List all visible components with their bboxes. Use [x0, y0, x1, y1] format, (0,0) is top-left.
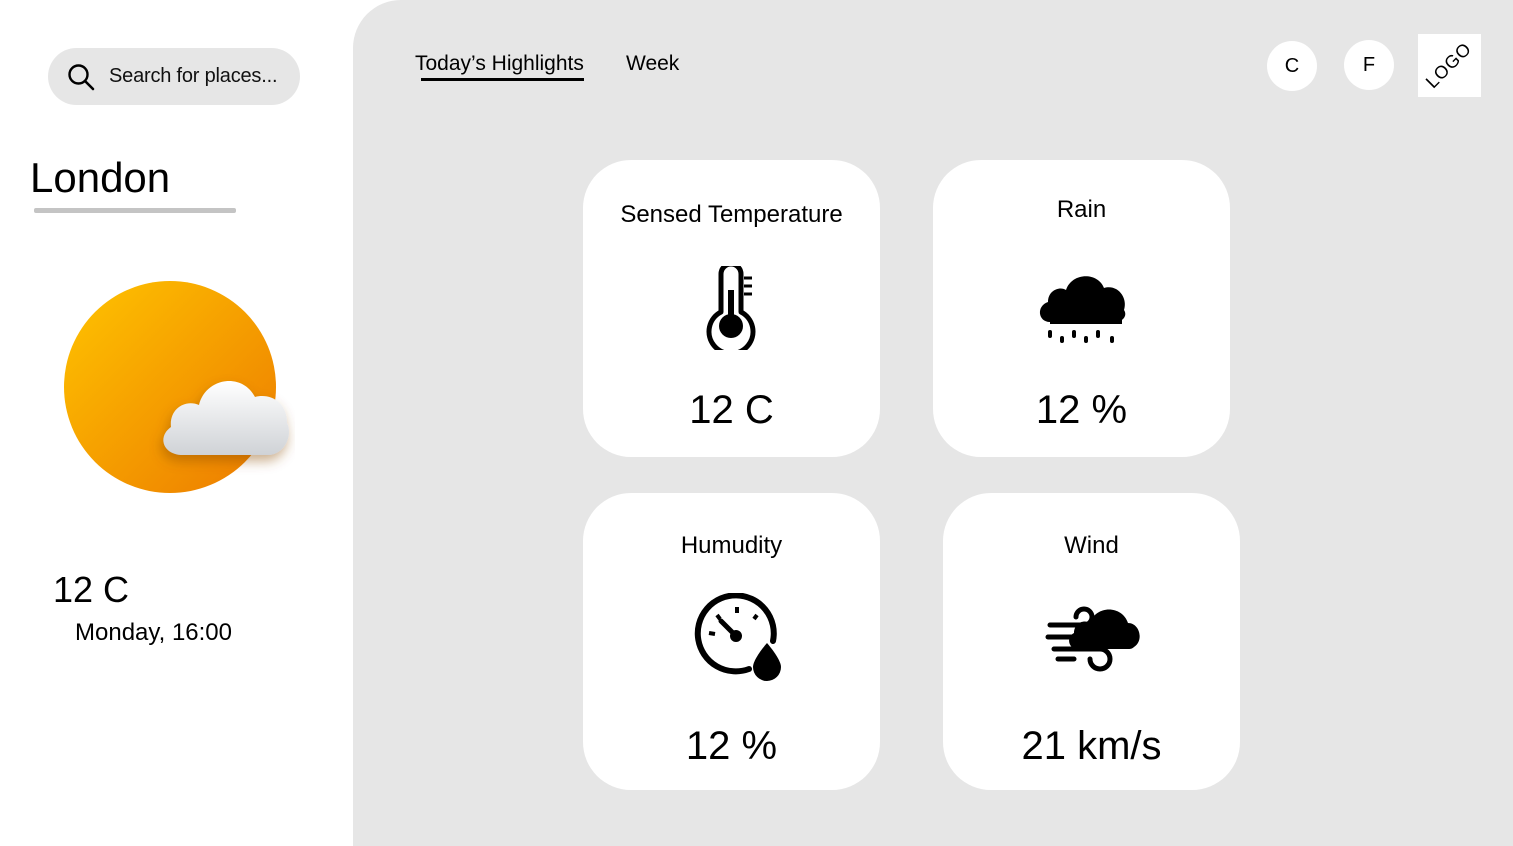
- sun-cloud-icon: [64, 281, 289, 493]
- tab-week[interactable]: Week: [626, 50, 679, 78]
- celsius-button[interactable]: C: [1267, 41, 1317, 91]
- logo: LOGO: [1418, 34, 1481, 97]
- wind-value: 21 km/s: [1021, 724, 1162, 768]
- city-underline: [34, 208, 236, 213]
- current-temperature: 12 C: [53, 569, 130, 610]
- humidity-card: Humudity 12 %: [583, 493, 880, 790]
- rain-cloud-icon: [1039, 276, 1125, 343]
- humidity-value: 12 %: [685, 724, 778, 768]
- sidebar: Search for places... London 12 C Monday,…: [0, 0, 353, 846]
- search-icon: [68, 63, 95, 90]
- city-name: London: [30, 154, 171, 201]
- active-tab-underline: [421, 78, 584, 81]
- search-input[interactable]: Search for places...: [109, 65, 278, 88]
- card-title: Humudity: [680, 532, 783, 559]
- card-title: Sensed Temperature: [620, 201, 843, 228]
- rain-value: 12 %: [1035, 388, 1128, 432]
- highlights-panel: Today’s Highlights Week C F LOGO Sensed …: [353, 0, 1513, 846]
- card-title: Rain: [1056, 196, 1107, 223]
- card-title: Wind: [1064, 532, 1119, 559]
- wind-cloud-icon: [1045, 606, 1140, 672]
- rain-card: Rain 12 %: [933, 160, 1230, 457]
- current-datetime: Monday, 16:00: [75, 619, 232, 646]
- sensed-temperature-value: 12 C: [689, 388, 774, 432]
- tab-todays-highlights[interactable]: Today’s Highlights: [415, 50, 584, 78]
- logo-text: LOGO: [1422, 38, 1477, 93]
- sensed-temperature-card: Sensed Temperature 12 C: [583, 160, 880, 457]
- gauge-droplet-icon: [694, 593, 781, 681]
- thermometer-icon: [706, 266, 755, 350]
- fahrenheit-button[interactable]: F: [1344, 40, 1394, 90]
- wind-card: Wind 21 km/s: [943, 493, 1240, 790]
- search-bar[interactable]: Search for places...: [48, 48, 300, 105]
